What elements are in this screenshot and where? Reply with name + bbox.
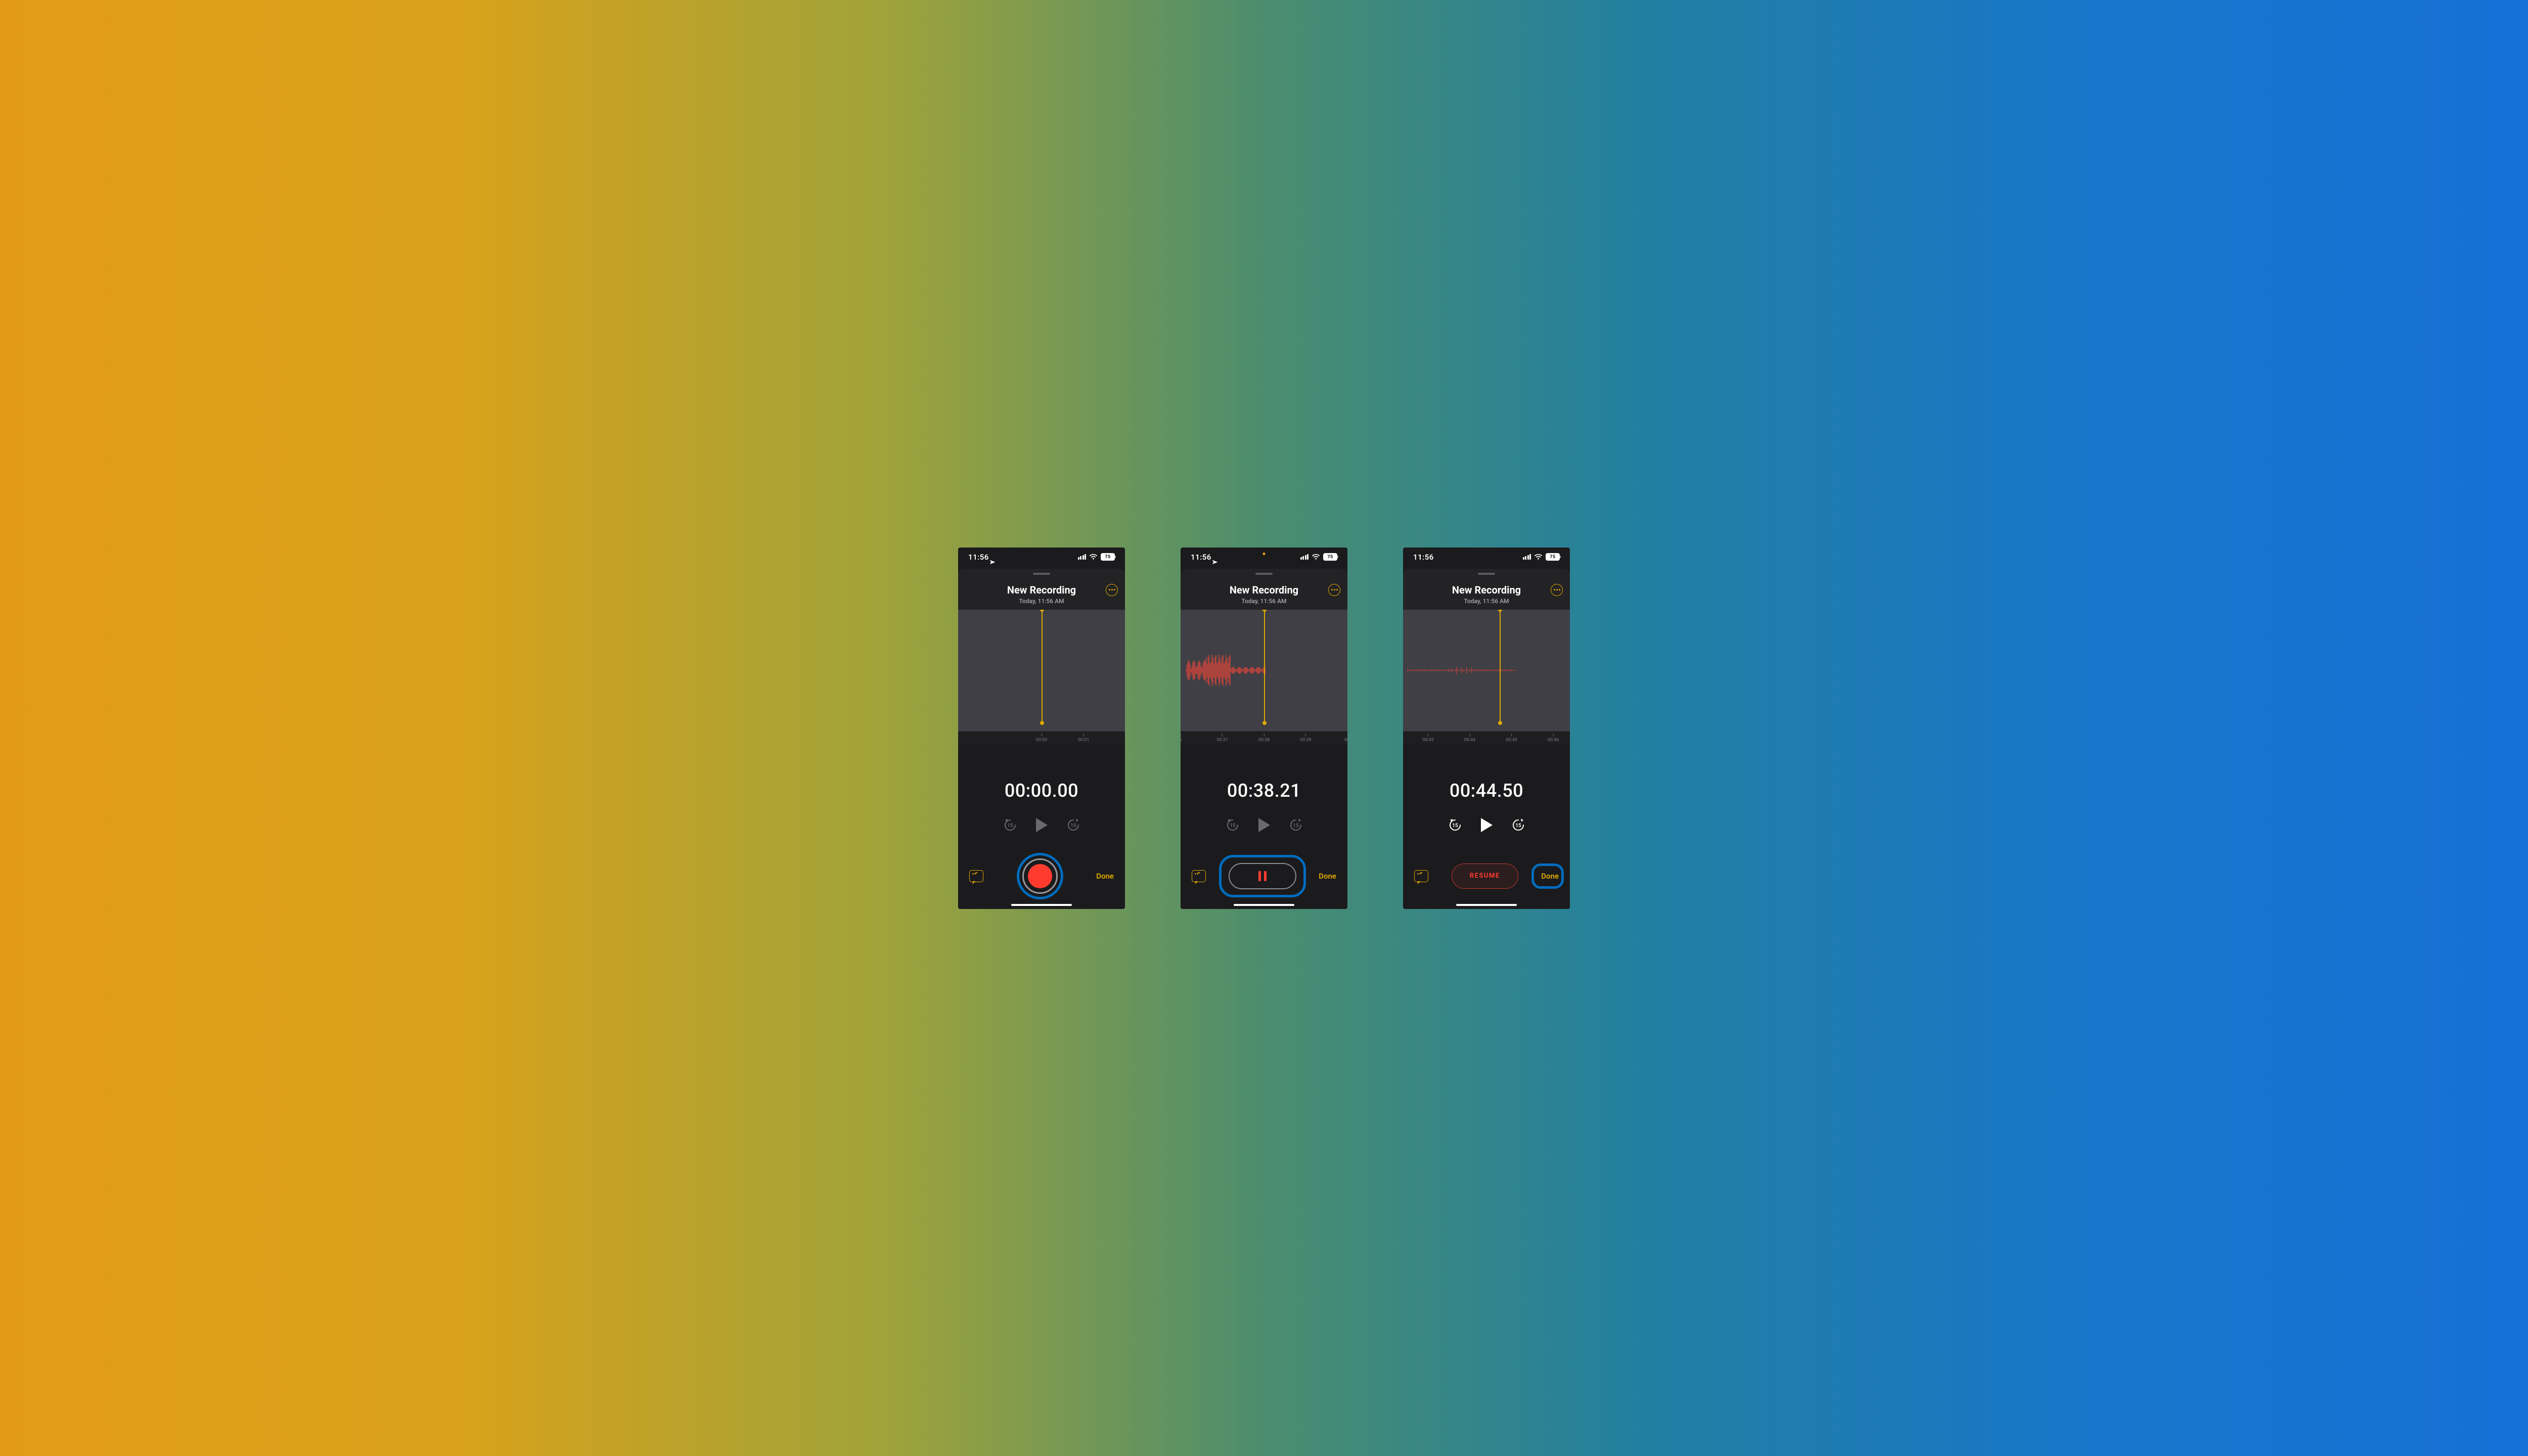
transcript-button[interactable]: ” [969,870,983,882]
battery-indicator: 75 [1101,553,1115,561]
ruler-tick: 00:45 [1506,734,1517,743]
more-options-button[interactable] [1551,584,1563,596]
recording-subtitle: Today, 11:56 AM [1409,598,1564,605]
status-time: 11:56 [968,553,991,562]
wifi-icon [1089,554,1098,560]
time-counter: 00:00.00 [958,780,1125,801]
wifi-icon [1312,554,1320,560]
ruler-tick: 00:37 [1216,734,1228,743]
recording-indicator-dot [1263,553,1266,555]
pause-button[interactable] [1229,863,1296,889]
ruler-tick: 00:01 [1078,734,1089,743]
cellular-icon [1078,554,1087,560]
waveform-area[interactable] [1403,610,1570,731]
cellular-icon [1523,554,1531,560]
timeline-ruler[interactable]: 6 00:37 00:38 00:39 00: [1181,731,1347,745]
skip-forward-15-button[interactable]: 15 [1066,817,1081,833]
ruler-tick: 00:39 [1300,734,1311,743]
time-counter: 00:38.21 [1181,780,1347,801]
home-indicator[interactable] [1011,904,1072,906]
skip-forward-15-button[interactable]: 15 [1288,817,1303,833]
play-button[interactable] [1036,818,1048,832]
status-time: 11:56 [1191,553,1214,562]
battery-indicator: 75 [1546,553,1560,561]
status-bar: 11:56 75 [958,548,1125,565]
transport-controls: 15 15 [1403,817,1570,833]
phone-screen-3: 11:56 75 New Recording Today, 11:56 AM 0… [1403,548,1570,909]
more-options-button[interactable] [1328,584,1340,596]
transcript-button[interactable]: ” [1192,870,1206,882]
phone-screen-2: 11:56 75 New Recording Today, 11:56 AM 6… [1181,548,1347,909]
ruler-tick: 00:43 [1422,734,1433,743]
status-time: 11:56 [1413,553,1434,562]
transport-controls: 15 15 [958,817,1125,833]
ruler-tick: 00: [1344,734,1347,743]
recording-title[interactable]: New Recording [1409,584,1564,596]
home-indicator[interactable] [1234,904,1294,906]
ruler-tick: 6 [1181,734,1182,743]
battery-indicator: 75 [1323,553,1337,561]
home-indicator[interactable] [1456,904,1517,906]
playhead[interactable] [1042,610,1043,723]
svg-text:15: 15 [1515,823,1521,828]
ruler-tick: 00:46 [1548,734,1559,743]
status-bar: 11:56 75 [1181,548,1347,565]
recording-subtitle: Today, 11:56 AM [964,598,1119,605]
skip-back-15-button[interactable]: 15 [1003,817,1018,833]
svg-text:15: 15 [1293,823,1299,828]
ruler-tick: 00:00 [1036,734,1047,743]
recording-title[interactable]: New Recording [964,584,1119,596]
time-counter: 00:44.50 [1403,780,1570,801]
sheet-header: New Recording Today, 11:56 AM [1181,569,1347,610]
skip-back-15-button[interactable]: 15 [1225,817,1240,833]
skip-back-15-button[interactable]: 15 [1448,817,1463,833]
svg-text:15: 15 [1070,823,1076,828]
recording-title[interactable]: New Recording [1187,584,1341,596]
wifi-icon [1534,554,1543,560]
waveform-area[interactable] [1181,610,1347,731]
done-button[interactable]: Done [1096,872,1114,881]
playhead[interactable] [1500,610,1501,723]
svg-text:15: 15 [1007,823,1013,828]
sheet-header: New Recording Today, 11:56 AM [958,569,1125,610]
bottom-toolbar: ” Done [1181,853,1347,899]
phone-screen-1: 11:56 75 New Recording Today, 11:56 AM 0… [958,548,1125,909]
timeline-ruler[interactable]: 00:00 00:01 [958,731,1125,745]
svg-text:15: 15 [1452,823,1458,828]
more-options-button[interactable] [1106,584,1118,596]
record-button[interactable] [1022,858,1058,894]
resume-button[interactable]: RESUME [1452,863,1518,889]
timeline-ruler[interactable]: 00:43 00:44 00:45 00:46 [1403,731,1570,745]
status-bar: 11:56 75 [1403,548,1570,565]
svg-text:15: 15 [1230,823,1236,828]
playhead[interactable] [1264,610,1265,723]
bottom-toolbar: ” RESUME Done [1403,853,1570,899]
play-button[interactable] [1481,818,1493,832]
ruler-tick: 00:44 [1464,734,1475,743]
play-button[interactable] [1258,818,1270,832]
recording-subtitle: Today, 11:56 AM [1187,598,1341,605]
skip-forward-15-button[interactable]: 15 [1511,817,1526,833]
transport-controls: 15 15 [1181,817,1347,833]
cellular-icon [1300,554,1309,560]
done-button[interactable]: Done [1319,872,1336,881]
ruler-tick: 00:38 [1258,734,1270,743]
bottom-toolbar: ” Done [958,853,1125,899]
waveform-area[interactable] [958,610,1125,731]
transcript-button[interactable]: ” [1414,870,1428,882]
done-button[interactable]: Done [1541,872,1559,881]
sheet-header: New Recording Today, 11:56 AM [1403,569,1570,610]
